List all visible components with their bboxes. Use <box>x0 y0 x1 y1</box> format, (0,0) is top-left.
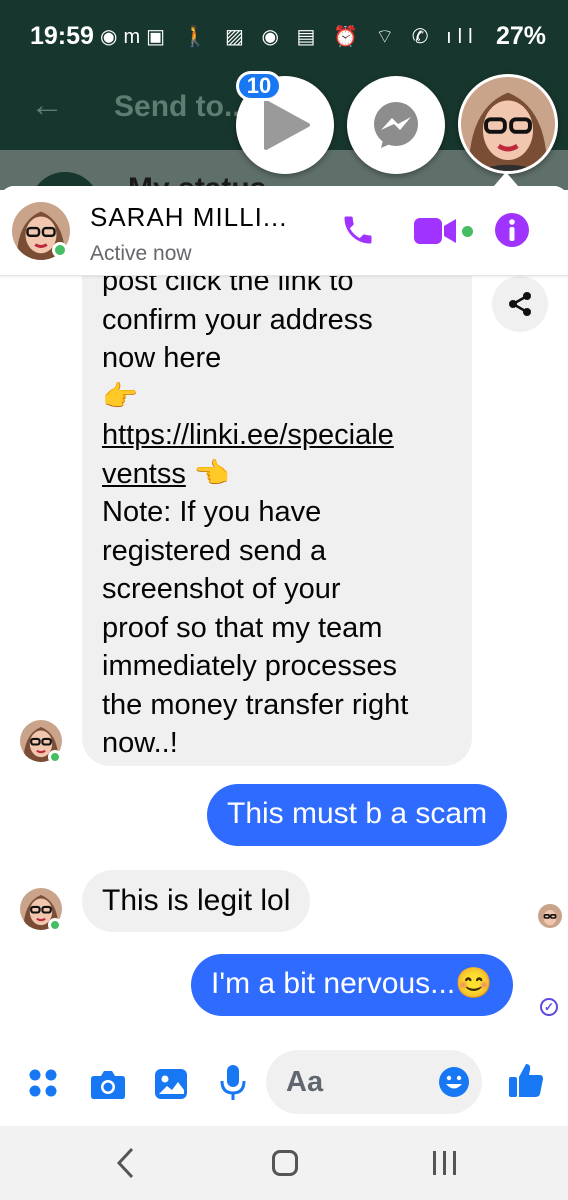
nav-back-icon[interactable] <box>114 1146 136 1180</box>
chat-panel: SARAH MILLI... Active now post click the… <box>0 186 568 1126</box>
online-indicator <box>52 242 68 258</box>
online-indicator <box>48 918 62 932</box>
gallery-icon[interactable] <box>154 1068 188 1100</box>
status-time: 19:59 <box>30 22 94 50</box>
message-line: immediately processes <box>102 650 397 682</box>
message-composer: Aa <box>0 1040 568 1126</box>
notification-icons: ◉m▣ 🚶 ▨ ◉ ▤ ⏰ ⌔ ✆ ıll <box>100 26 479 48</box>
contact-status: Active now <box>90 242 192 265</box>
message-input[interactable]: Aa <box>266 1050 482 1114</box>
outgoing-message[interactable]: I'm a bit nervous...😊 <box>191 954 513 1016</box>
seen-avatar <box>538 904 562 928</box>
messenger-icon <box>374 102 418 148</box>
share-icon <box>509 292 531 316</box>
message-line: registered send a <box>102 534 327 567</box>
send-to-title: Send to... <box>114 90 249 123</box>
pointing-left-emoji: 👈 <box>193 457 230 490</box>
camera-icon[interactable] <box>90 1068 126 1100</box>
message-line: the money transfer right <box>102 688 409 721</box>
contact-name[interactable]: SARAH MILLI... <box>90 202 288 233</box>
outgoing-message[interactable]: This must b a scam <box>207 784 508 846</box>
unread-badge: 10 <box>236 71 282 101</box>
message-line: proof so that my team <box>102 611 383 644</box>
online-indicator <box>48 750 62 764</box>
messenger-chat-head[interactable] <box>347 76 445 174</box>
microphone-icon[interactable] <box>220 1064 246 1102</box>
incoming-message[interactable]: This is legit lol <box>82 870 311 932</box>
info-icon[interactable] <box>494 212 530 248</box>
video-active-indicator <box>462 226 473 237</box>
incoming-message-scam[interactable]: post click the link to confirm your addr… <box>82 226 472 766</box>
message-line: now..! <box>102 727 178 759</box>
message-line: Note: If you have <box>102 496 322 528</box>
delivered-check-icon: ✓ <box>540 998 558 1016</box>
video-call-icon[interactable] <box>414 216 458 246</box>
chat-head-pointer <box>494 172 518 186</box>
battery-level: 27% <box>495 22 546 50</box>
message-line: now here <box>102 342 222 374</box>
thumbs-up-icon[interactable] <box>508 1062 544 1098</box>
apps-grid-icon[interactable] <box>28 1068 58 1098</box>
message-input-placeholder: Aa <box>286 1066 324 1098</box>
scam-link-continued[interactable]: ventss <box>102 458 186 490</box>
scam-link[interactable]: https://linki.ee/speciale <box>102 416 452 455</box>
phone-call-icon[interactable] <box>340 212 376 248</box>
pointing-right-emoji: 👉 <box>102 380 139 413</box>
system-navigation-bar <box>0 1126 568 1200</box>
chat-header: SARAH MILLI... Active now <box>0 186 568 276</box>
contact-chat-head-avatar[interactable] <box>458 74 558 174</box>
nav-home-icon[interactable] <box>272 1150 298 1176</box>
back-arrow-icon[interactable]: ← <box>30 86 64 125</box>
nav-recents-icon[interactable] <box>432 1150 458 1176</box>
share-button[interactable] <box>492 276 548 332</box>
message-line: confirm your address <box>102 303 373 336</box>
emoji-icon[interactable] <box>438 1066 470 1098</box>
play-icon <box>264 100 310 150</box>
message-line: screenshot of your <box>102 573 341 605</box>
status-bar: 19:59 ◉m▣ 🚶 ▨ ◉ ▤ ⏰ ⌔ ✆ ıll 27% <box>0 0 568 70</box>
